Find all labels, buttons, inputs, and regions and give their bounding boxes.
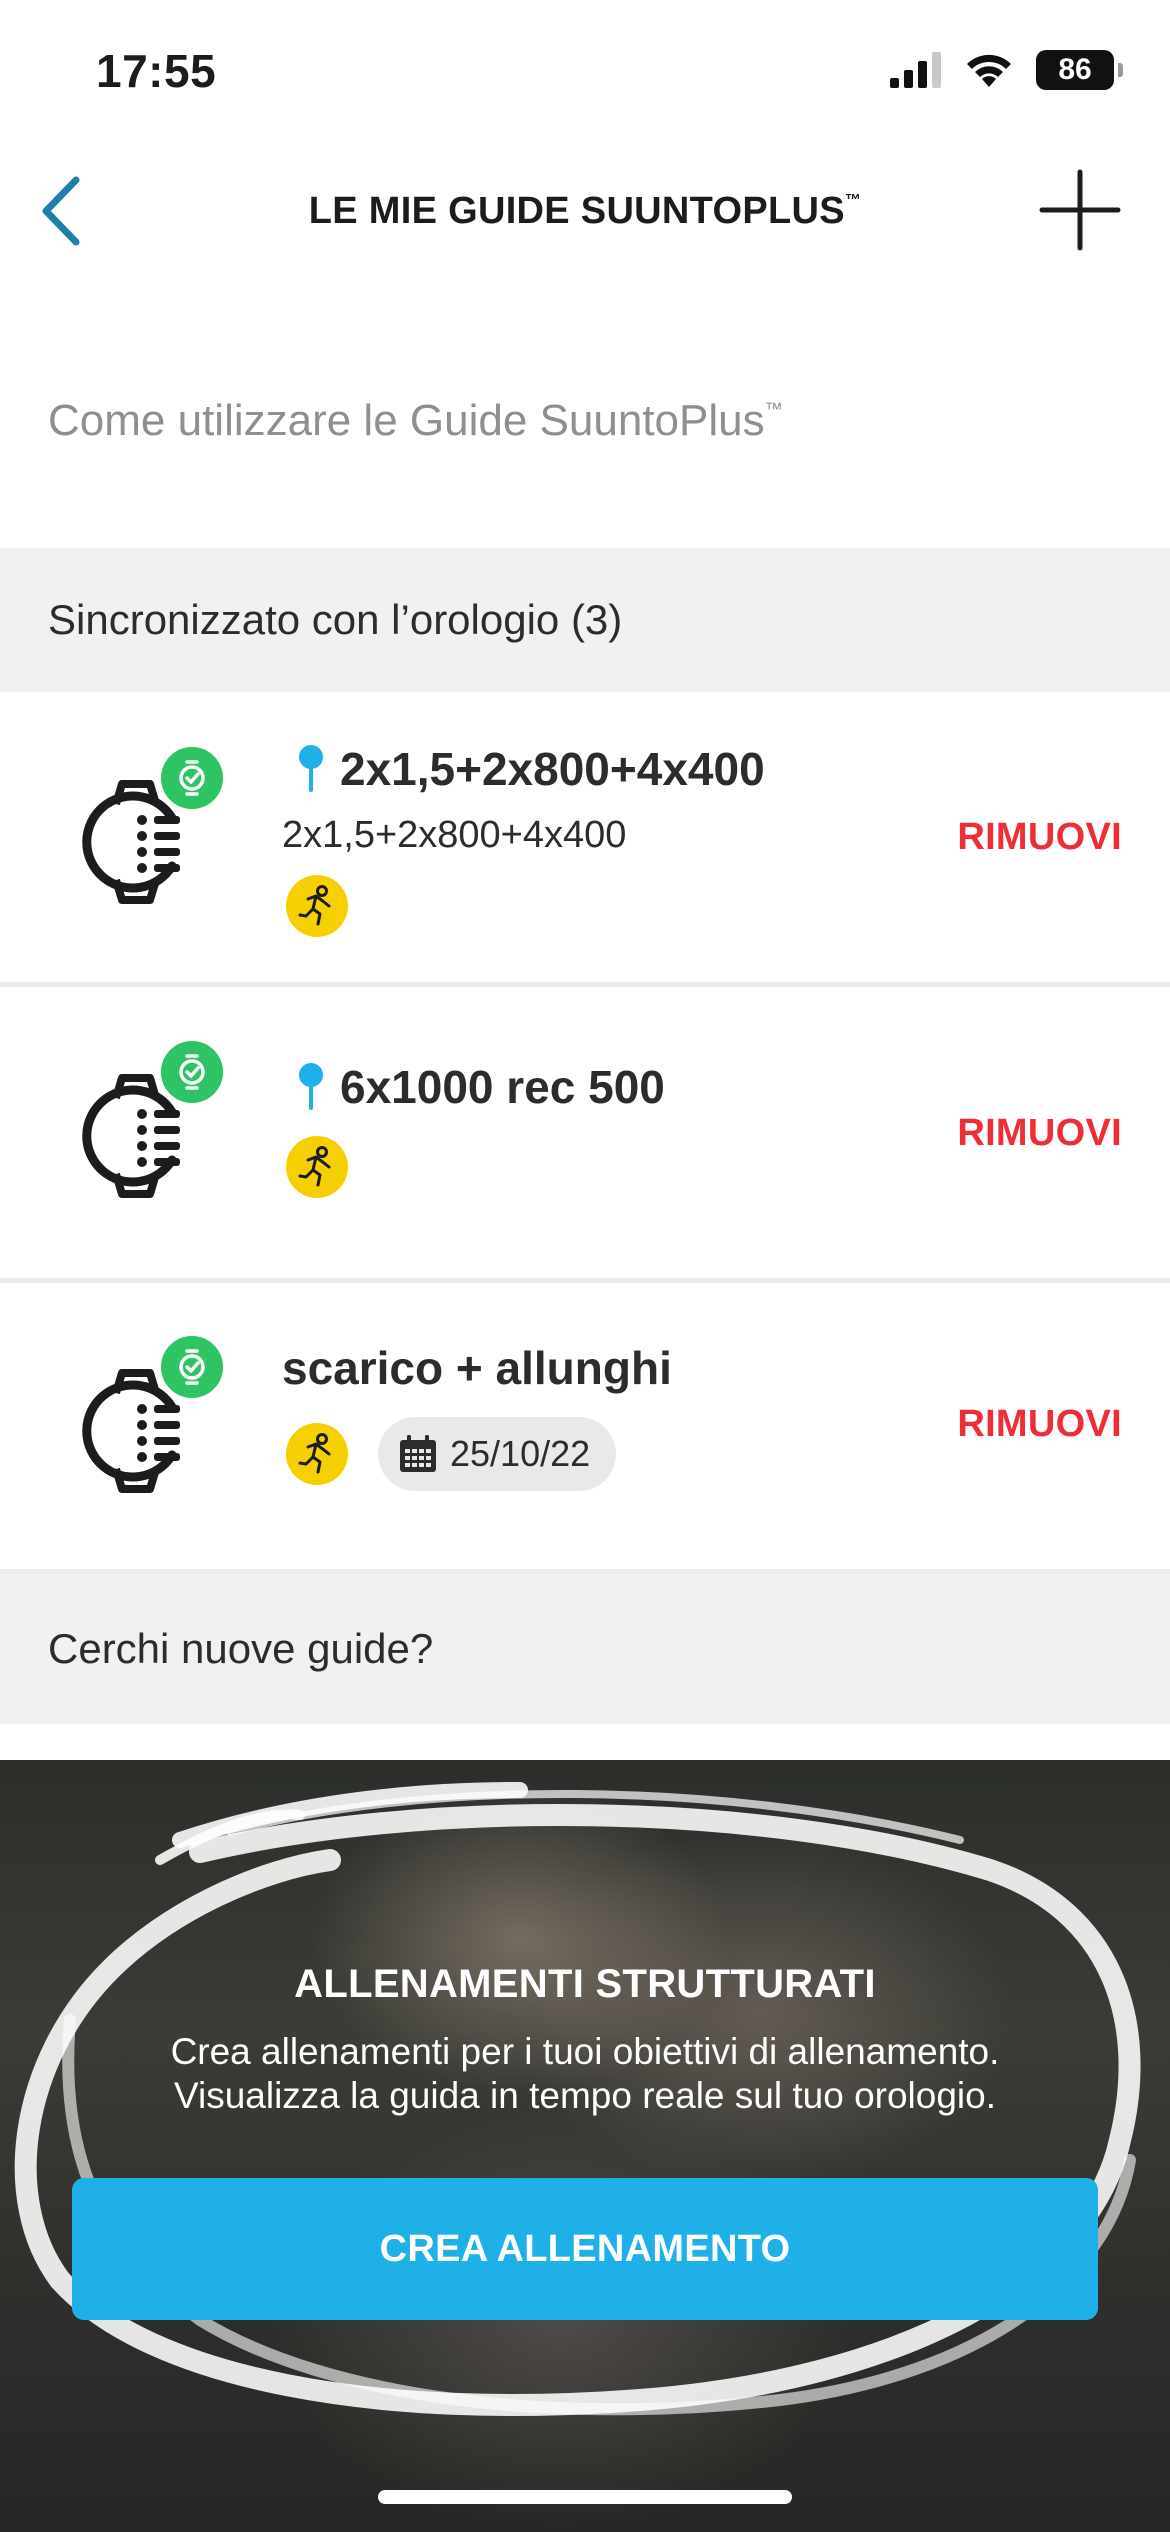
trademark-mark: ™	[844, 192, 862, 209]
watch-guide-icon	[76, 1036, 236, 1216]
status-time: 17:55	[96, 45, 217, 97]
guide-title: 6x1000 rec 500	[340, 1061, 665, 1113]
guide-row[interactable]: scarico + allunghi 25/10/22 RIMUOVI	[0, 1283, 1170, 1571]
remove-button[interactable]: RIMUOVI	[957, 816, 1122, 859]
run-badge	[286, 1136, 348, 1198]
cellular-signal-icon	[890, 52, 941, 88]
promo-title: ALLENAMENTI STRUTTURATI	[294, 1962, 876, 2006]
synced-section-label: Sincronizzato con l’orologio (3)	[48, 596, 623, 643]
synced-badge	[156, 1036, 228, 1108]
guide-row[interactable]: 6x1000 rec 500 RIMUOVI	[0, 988, 1170, 1278]
promo-description: Crea allenamenti per i tuoi obiettivi di…	[60, 2030, 1110, 2118]
pin-icon	[299, 745, 323, 792]
run-badge	[286, 1423, 348, 1485]
guide-row[interactable]: 2x1,5+2x800+4x400 2x1,5+2x800+4x400 RIMU…	[0, 692, 1170, 982]
synced-badge	[156, 1331, 228, 1403]
howto-link[interactable]: Come utilizzare le Guide SuuntoPlus™	[48, 396, 783, 446]
remove-button[interactable]: RIMUOVI	[957, 1403, 1122, 1446]
guide-title-line: 2x1,5+2x800+4x400	[298, 742, 765, 796]
guide-date: 25/10/22	[450, 1433, 591, 1474]
promo-line-2: Visualizza la guida in tempo reale sul t…	[173, 2075, 997, 2116]
nav-header: LE MIE GUIDE SUUNTOPLUS™	[0, 150, 1170, 270]
status-bar: 17:55 86	[0, 0, 1170, 150]
synced-section-header: Sincronizzato con l’orologio (3)	[0, 548, 1170, 692]
battery-indicator: 86	[1036, 50, 1123, 90]
hand-drawn-circle-annotation	[14, 1782, 1141, 2416]
run-icon	[298, 1146, 331, 1187]
synced-badge	[156, 742, 228, 814]
guide-subtitle: 2x1,5+2x800+4x400	[282, 814, 627, 856]
search-section-header: Cerchi nuove guide?	[0, 1574, 1170, 1724]
watch-check-icon	[179, 760, 205, 796]
battery-level: 86	[1058, 53, 1092, 86]
watch-guide-icon	[76, 742, 236, 922]
run-icon	[298, 1433, 331, 1474]
plus-icon	[1039, 169, 1121, 251]
guide-title: 2x1,5+2x800+4x400	[340, 743, 765, 795]
wifi-icon	[967, 54, 1011, 87]
date-chip: 25/10/22	[378, 1417, 617, 1491]
watch-guide-icon	[76, 1331, 236, 1511]
row-divider	[0, 982, 1170, 987]
search-section-label: Cerchi nuove guide?	[48, 1625, 434, 1672]
calendar-icon	[400, 1435, 436, 1472]
create-workout-button[interactable]: CREA ALLENAMENTO	[72, 2178, 1098, 2320]
add-button[interactable]	[1030, 160, 1130, 260]
remove-button[interactable]: RIMUOVI	[957, 1112, 1122, 1155]
watch-check-icon	[179, 1349, 205, 1385]
run-badge	[286, 875, 348, 937]
run-icon	[298, 885, 331, 926]
guide-title: scarico + allunghi	[282, 1342, 672, 1394]
home-indicator[interactable]	[378, 2490, 792, 2504]
page-title: LE MIE GUIDE SUUNTOPLUS™	[308, 190, 862, 232]
structured-workouts-promo: ALLENAMENTI STRUTTURATI Crea allenamenti…	[0, 1760, 1170, 2532]
pin-icon	[299, 1063, 323, 1110]
watch-check-icon	[179, 1054, 205, 1090]
guide-title-line: 6x1000 rec 500	[298, 1060, 665, 1114]
promo-line-1: Crea allenamenti per i tuoi obiettivi di…	[170, 2031, 1000, 2072]
guide-title-line: scarico + allunghi	[282, 1341, 672, 1395]
status-icons: 86	[890, 50, 1123, 90]
trademark-mark: ™	[764, 399, 783, 419]
